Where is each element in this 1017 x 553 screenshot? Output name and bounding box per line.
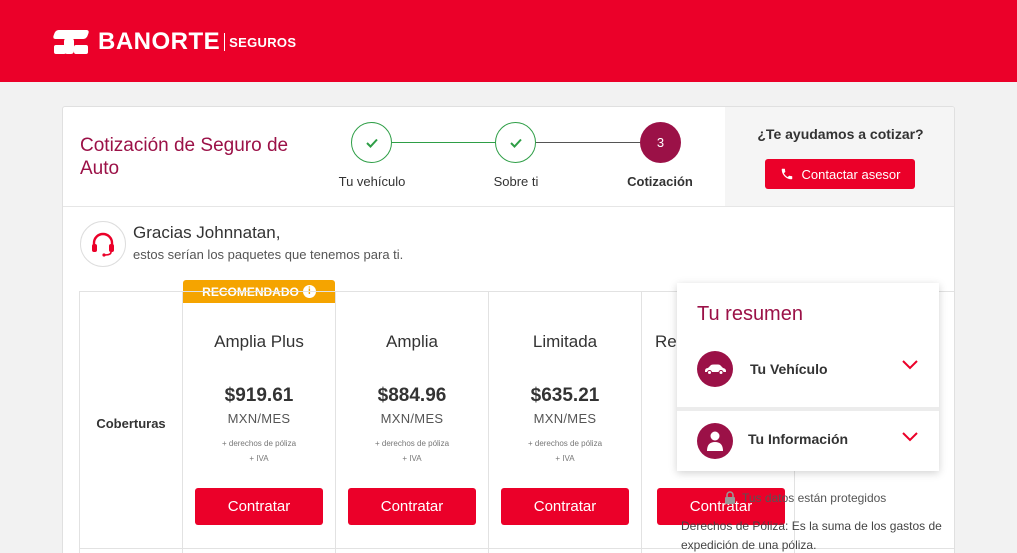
step-1-circle[interactable] [351,122,392,163]
plan-note-line2: + IVA [555,454,575,463]
step-3-circle[interactable]: 3 [640,122,681,163]
chevron-down-icon[interactable] [901,359,919,370]
check-icon [365,138,378,148]
coverage-row-label: Coberturas [96,416,166,431]
car-icon [697,351,733,387]
greeting-title: Gracias Johnnatan, [133,223,281,242]
contratar-button[interactable]: Contratar [348,488,476,525]
step-3-number: 3 [656,135,665,150]
plan-unit: MXN/MES [380,411,444,426]
plan-note: + derechos de póliza + IVA [489,436,641,466]
plan-name: Limitada [532,332,598,351]
banorte-logo-icon [52,28,90,56]
step-2-label: Sobre ti [493,174,539,189]
plan-note-line1: + derechos de póliza [527,439,603,448]
summary-panel: Tu resumen Tu Vehículo Tu Información [677,283,939,471]
summary-item-information[interactable]: Tu Información [677,407,939,469]
agent-avatar [80,221,126,267]
logo-brand-name: BANORTE [98,28,221,55]
plan-note-line1: + derechos de póliza [374,439,450,448]
plan-note-line1: + derechos de póliza [221,439,297,448]
logo-separator [224,33,226,51]
contratar-button[interactable]: Contratar [195,488,323,525]
plan-price: $635.21 [530,385,600,406]
help-panel: ¿Te ayudamos a cotizar? Contactar asesor [725,107,954,207]
policy-footnote: Derechos de Póliza: Es la suma de los ga… [681,519,942,552]
plan-column-amplia-plus: Amplia Plus $919.61 MXN/MES + derechos d… [183,292,336,553]
top-header-bar: BANORTE SEGUROS [0,0,1017,82]
plan-column-limitada: Limitada $635.21 MXN/MES + derechos de p… [489,292,642,553]
plan-note-line2: + IVA [249,454,269,463]
banorte-logo[interactable]: BANORTE SEGUROS [52,28,296,56]
step-connector [536,142,640,143]
plan-note: + derechos de póliza + IVA [183,436,335,466]
step-3-label: Cotización [627,174,693,189]
protected-data-notice: Tus datos están protegidos [724,491,886,505]
chevron-down-icon[interactable] [901,431,919,442]
summary-title: Tu resumen [697,303,803,325]
header-divider [63,206,954,207]
plan-name: Amplia Plus [214,332,304,351]
lock-icon [725,491,735,504]
step-1-label: Tu vehículo [338,174,406,189]
coverage-label-column: Coberturas [80,292,183,553]
plan-note-line2: + IVA [402,454,422,463]
plan-price: $919.61 [224,385,294,406]
headset-icon [92,232,114,257]
plan-unit: MXN/MES [227,411,291,426]
plan-note: + derechos de póliza + IVA [336,436,488,466]
greeting-subtitle: estos serían los paquetes que tenemos pa… [133,247,404,262]
plan-price: $884.96 [377,385,447,406]
step-2-circle[interactable] [495,122,536,163]
plan-unit: MXN/MES [533,411,597,426]
contact-advisor-button[interactable]: Contactar asesor [765,159,915,189]
plan-column-amplia: Amplia $884.96 MXN/MES + derechos de pól… [336,292,489,553]
plan-name: Amplia [386,332,438,351]
step-connector [392,142,495,143]
contact-advisor-label: Contactar asesor [801,166,901,182]
user-icon [697,423,733,459]
logo-brand-sub: SEGUROS [229,34,297,50]
help-question: ¿Te ayudamos a cotizar? [757,126,924,142]
summary-item-vehicle[interactable]: Tu Vehículo [677,339,939,401]
check-icon [509,138,522,148]
protected-text: Tus datos están protegidos [742,491,887,505]
summary-item-label: Tu Información [748,431,849,447]
page-title: Cotización de Seguro de Auto [80,135,289,179]
summary-item-label: Tu Vehículo [750,361,828,377]
contratar-button[interactable]: Contratar [501,488,629,525]
phone-icon [781,168,792,180]
